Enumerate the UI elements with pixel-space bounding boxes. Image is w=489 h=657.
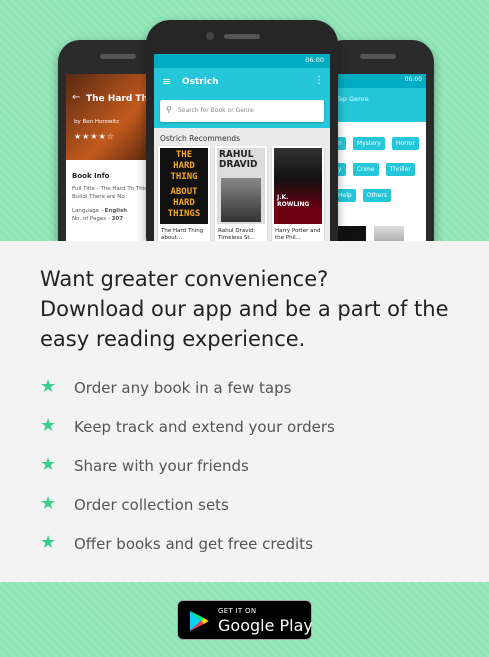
promo-headline: Want greater convenience? Download our a… [40, 264, 470, 354]
headline-line: Download our app and be a part of the [40, 297, 449, 321]
play-store-icon [190, 611, 209, 631]
menu-icon[interactable]: ≡ [162, 75, 171, 88]
star-icon: ★ [40, 493, 57, 514]
book-card[interactable]: J.K. ROWLING Harry Potter and the Phil..… [272, 146, 324, 241]
status-bar: 06:00 [330, 74, 426, 88]
genre-header: Tap Genre [330, 88, 426, 122]
genre-chip[interactable]: Crime [352, 163, 379, 176]
genre-chip[interactable]: Mystery [352, 137, 385, 150]
headline-line: easy reading experience. [40, 327, 306, 351]
genre-chips: n Mystery Horror y Crime Thriller Help O… [334, 130, 426, 208]
genre-chip[interactable]: Others [362, 189, 391, 202]
feature-list: ★ Order any book in a few taps ★ Keep trac… [40, 374, 460, 569]
feature-item: ★ Share with your friends [40, 454, 249, 476]
feature-item: ★ Offer books and get free credits [40, 532, 313, 554]
app-title: Ostrich [182, 77, 219, 87]
language-label: Language [72, 208, 100, 214]
feature-item: ★ Keep track and extend your orders [40, 415, 335, 437]
book-cover: J.K. ROWLING [274, 148, 322, 224]
phone-center: 06:00 ≡ Ostrich ⋮ ⚲ Search for Book or G… [146, 20, 338, 241]
status-time: 06:00 [305, 56, 324, 64]
status-bar: 06:00 [154, 54, 330, 68]
phone-camera [206, 32, 214, 40]
language-value: English [104, 208, 128, 214]
badge-small-text: GET IT ON [218, 607, 257, 615]
search-icon: ⚲ [166, 105, 172, 114]
headline-line: Want greater convenience? [40, 267, 329, 291]
genre-screen: 06:00 Tap Genre n Mystery Horror y Crime… [330, 74, 426, 241]
book-cover: THE HARD THING ABOUT HARD THINGS [160, 148, 208, 224]
phone-speaker [100, 54, 136, 59]
hero-banner: ← The Hard Thin by Ben Horowitz ★★★★☆ Bo… [0, 0, 489, 241]
pages-value: 307 [111, 216, 124, 222]
home-screen: 06:00 ≡ Ostrich ⋮ ⚲ Search for Book or G… [154, 54, 330, 241]
section-title: Ostrich Recommends [160, 134, 241, 143]
genre-chip[interactable]: Thriller [385, 163, 415, 176]
google-play-badge[interactable]: GET IT ON Google Play [177, 600, 313, 640]
book-card[interactable]: THE HARD THING ABOUT HARD THINGS The Har… [158, 146, 210, 241]
badge-big-text: Google Play [218, 616, 313, 635]
genre-header-text: Tap Genre [336, 95, 369, 103]
pages-label: No. of Pages [72, 216, 107, 222]
star-icon: ★ [40, 454, 57, 475]
book-caption: The Hard Thing about... [161, 228, 204, 241]
status-time: 06:00 [404, 76, 422, 83]
full-title-label: Full Title [72, 186, 95, 192]
book-author: by Ben Horowitz [74, 119, 119, 125]
star-icon: ★ [40, 532, 57, 553]
book-cover[interactable] [336, 226, 366, 241]
feature-item: ★ Order collection sets [40, 493, 229, 515]
book-cover[interactable] [374, 226, 404, 241]
back-arrow-icon[interactable]: ← [72, 92, 80, 103]
book-caption: Rahul Dravid: Timeless St... [218, 228, 256, 241]
star-icon: ★ [40, 376, 57, 397]
app-bar: ≡ Ostrich ⋮ [154, 68, 330, 98]
search-placeholder: Search for Book or Genre [178, 107, 254, 114]
more-icon[interactable]: ⋮ [314, 75, 324, 86]
phone-speaker [224, 34, 260, 39]
feature-item: ★ Order any book in a few taps [40, 376, 292, 398]
rating-stars: ★★★★☆ [74, 132, 115, 141]
phone-speaker [360, 54, 396, 59]
search-input[interactable]: ⚲ Search for Book or Genre [160, 100, 324, 122]
phone-right: 06:00 Tap Genre n Mystery Horror y Crime… [322, 40, 434, 241]
genre-books [334, 226, 424, 241]
book-caption: Harry Potter and the Phil... [275, 228, 321, 241]
star-icon: ★ [40, 415, 57, 436]
book-card[interactable]: RAHUL DRAVID Rahul Dravid: Timeless St... [215, 146, 267, 241]
book-cover: RAHUL DRAVID [217, 148, 265, 224]
genre-chip[interactable]: Horror [391, 137, 419, 150]
